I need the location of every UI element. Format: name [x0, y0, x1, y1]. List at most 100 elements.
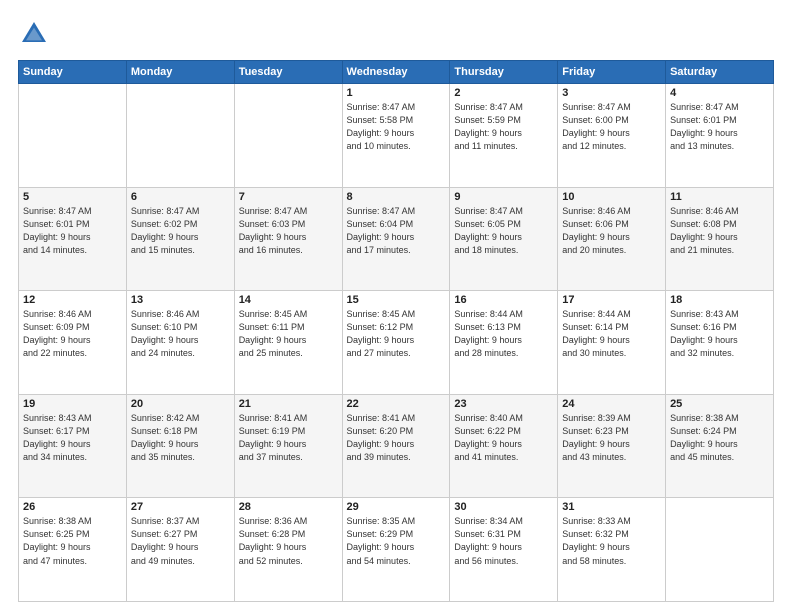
- day-number: 28: [239, 501, 338, 513]
- day-info: Sunrise: 8:47 AM Sunset: 6:04 PM Dayligh…: [347, 205, 446, 257]
- day-cell: 31 Sunrise: 8:33 AM Sunset: 6:32 PM Dayli…: [558, 498, 666, 602]
- day-cell: 14 Sunrise: 8:45 AM Sunset: 6:11 PM Dayli…: [234, 291, 342, 395]
- day-cell: 27 Sunrise: 8:37 AM Sunset: 6:27 PM Dayli…: [126, 498, 234, 602]
- day-cell: 21 Sunrise: 8:41 AM Sunset: 6:19 PM Dayli…: [234, 394, 342, 498]
- day-number: 9: [454, 191, 553, 203]
- day-number: 27: [131, 501, 230, 513]
- day-info: Sunrise: 8:41 AM Sunset: 6:20 PM Dayligh…: [347, 412, 446, 464]
- day-cell: 7 Sunrise: 8:47 AM Sunset: 6:03 PM Daylig…: [234, 187, 342, 291]
- day-info: Sunrise: 8:46 AM Sunset: 6:10 PM Dayligh…: [131, 308, 230, 360]
- day-number: 18: [670, 294, 769, 306]
- day-info: Sunrise: 8:39 AM Sunset: 6:23 PM Dayligh…: [562, 412, 661, 464]
- day-cell: 11 Sunrise: 8:46 AM Sunset: 6:08 PM Dayli…: [666, 187, 774, 291]
- day-number: 5: [23, 191, 122, 203]
- day-cell: [234, 84, 342, 188]
- day-info: Sunrise: 8:33 AM Sunset: 6:32 PM Dayligh…: [562, 515, 661, 567]
- day-info: Sunrise: 8:34 AM Sunset: 6:31 PM Dayligh…: [454, 515, 553, 567]
- day-info: Sunrise: 8:47 AM Sunset: 6:02 PM Dayligh…: [131, 205, 230, 257]
- day-number: 26: [23, 501, 122, 513]
- day-cell: 20 Sunrise: 8:42 AM Sunset: 6:18 PM Dayli…: [126, 394, 234, 498]
- day-cell: 16Sunrise: 8:44 AM Sunset: 6:13 PM Dayli…: [450, 291, 558, 395]
- day-number: 10: [562, 191, 661, 203]
- day-cell: 8 Sunrise: 8:47 AM Sunset: 6:04 PM Daylig…: [342, 187, 450, 291]
- day-info: Sunrise: 8:37 AM Sunset: 6:27 PM Dayligh…: [131, 515, 230, 567]
- day-cell: 30 Sunrise: 8:34 AM Sunset: 6:31 PM Dayli…: [450, 498, 558, 602]
- day-cell: [126, 84, 234, 188]
- day-number: 24: [562, 398, 661, 410]
- weekday-thursday: Thursday: [450, 61, 558, 84]
- day-number: 23: [454, 398, 553, 410]
- day-info: Sunrise: 8:38 AM Sunset: 6:25 PM Dayligh…: [23, 515, 122, 567]
- logo: [18, 18, 54, 50]
- day-number: 20: [131, 398, 230, 410]
- day-cell: 10 Sunrise: 8:46 AM Sunset: 6:06 PM Dayli…: [558, 187, 666, 291]
- week-row-2: 5Sunrise: 8:47 AM Sunset: 6:01 PM Daylig…: [19, 187, 774, 291]
- day-number: 19: [23, 398, 122, 410]
- day-info: Sunrise: 8:46 AM Sunset: 6:06 PM Dayligh…: [562, 205, 661, 257]
- day-info: Sunrise: 8:47 AM Sunset: 6:05 PM Dayligh…: [454, 205, 553, 257]
- day-info: Sunrise: 8:36 AM Sunset: 6:28 PM Dayligh…: [239, 515, 338, 567]
- day-number: 14: [239, 294, 338, 306]
- day-info: Sunrise: 8:38 AM Sunset: 6:24 PM Dayligh…: [670, 412, 769, 464]
- week-row-4: 19 Sunrise: 8:43 AM Sunset: 6:17 PM Dayli…: [19, 394, 774, 498]
- day-cell: 5Sunrise: 8:47 AM Sunset: 6:01 PM Daylig…: [19, 187, 127, 291]
- weekday-tuesday: Tuesday: [234, 61, 342, 84]
- day-cell: 1Sunrise: 8:47 AM Sunset: 5:58 PM Daylig…: [342, 84, 450, 188]
- day-number: 30: [454, 501, 553, 513]
- day-number: 4: [670, 87, 769, 99]
- day-info: Sunrise: 8:47 AM Sunset: 6:03 PM Dayligh…: [239, 205, 338, 257]
- day-cell: 4Sunrise: 8:47 AM Sunset: 6:01 PM Daylig…: [666, 84, 774, 188]
- day-cell: [19, 84, 127, 188]
- day-cell: 18 Sunrise: 8:43 AM Sunset: 6:16 PM Dayli…: [666, 291, 774, 395]
- weekday-saturday: Saturday: [666, 61, 774, 84]
- day-info: Sunrise: 8:44 AM Sunset: 6:14 PM Dayligh…: [562, 308, 661, 360]
- day-cell: 23 Sunrise: 8:40 AM Sunset: 6:22 PM Dayli…: [450, 394, 558, 498]
- day-number: 11: [670, 191, 769, 203]
- day-cell: 28 Sunrise: 8:36 AM Sunset: 6:28 PM Dayli…: [234, 498, 342, 602]
- day-cell: 17 Sunrise: 8:44 AM Sunset: 6:14 PM Dayli…: [558, 291, 666, 395]
- logo-icon: [18, 18, 50, 50]
- day-number: 31: [562, 501, 661, 513]
- day-info: Sunrise: 8:47 AM Sunset: 5:59 PM Dayligh…: [454, 101, 553, 153]
- day-number: 22: [347, 398, 446, 410]
- day-number: 17: [562, 294, 661, 306]
- day-number: 1: [347, 87, 446, 99]
- day-cell: 15Sunrise: 8:45 AM Sunset: 6:12 PM Dayli…: [342, 291, 450, 395]
- day-cell: 29Sunrise: 8:35 AM Sunset: 6:29 PM Dayli…: [342, 498, 450, 602]
- header: [18, 18, 774, 50]
- day-info: Sunrise: 8:46 AM Sunset: 6:08 PM Dayligh…: [670, 205, 769, 257]
- day-cell: 26 Sunrise: 8:38 AM Sunset: 6:25 PM Dayli…: [19, 498, 127, 602]
- weekday-wednesday: Wednesday: [342, 61, 450, 84]
- day-number: 3: [562, 87, 661, 99]
- day-info: Sunrise: 8:47 AM Sunset: 6:00 PM Dayligh…: [562, 101, 661, 153]
- day-number: 8: [347, 191, 446, 203]
- day-info: Sunrise: 8:40 AM Sunset: 6:22 PM Dayligh…: [454, 412, 553, 464]
- weekday-friday: Friday: [558, 61, 666, 84]
- day-info: Sunrise: 8:46 AM Sunset: 6:09 PM Dayligh…: [23, 308, 122, 360]
- day-cell: 6 Sunrise: 8:47 AM Sunset: 6:02 PM Daylig…: [126, 187, 234, 291]
- week-row-1: 1Sunrise: 8:47 AM Sunset: 5:58 PM Daylig…: [19, 84, 774, 188]
- day-info: Sunrise: 8:44 AM Sunset: 6:13 PM Dayligh…: [454, 308, 553, 360]
- day-info: Sunrise: 8:42 AM Sunset: 6:18 PM Dayligh…: [131, 412, 230, 464]
- day-info: Sunrise: 8:41 AM Sunset: 6:19 PM Dayligh…: [239, 412, 338, 464]
- week-row-3: 12 Sunrise: 8:46 AM Sunset: 6:09 PM Dayli…: [19, 291, 774, 395]
- day-cell: 2 Sunrise: 8:47 AM Sunset: 5:59 PM Daylig…: [450, 84, 558, 188]
- day-cell: 9 Sunrise: 8:47 AM Sunset: 6:05 PM Daylig…: [450, 187, 558, 291]
- day-info: Sunrise: 8:43 AM Sunset: 6:16 PM Dayligh…: [670, 308, 769, 360]
- day-number: 7: [239, 191, 338, 203]
- weekday-header-row: SundayMondayTuesdayWednesdayThursdayFrid…: [19, 61, 774, 84]
- day-cell: 13Sunrise: 8:46 AM Sunset: 6:10 PM Dayli…: [126, 291, 234, 395]
- day-number: 25: [670, 398, 769, 410]
- day-number: 29: [347, 501, 446, 513]
- day-number: 21: [239, 398, 338, 410]
- day-cell: 19 Sunrise: 8:43 AM Sunset: 6:17 PM Dayli…: [19, 394, 127, 498]
- day-info: Sunrise: 8:45 AM Sunset: 6:11 PM Dayligh…: [239, 308, 338, 360]
- day-cell: 3 Sunrise: 8:47 AM Sunset: 6:00 PM Daylig…: [558, 84, 666, 188]
- day-info: Sunrise: 8:45 AM Sunset: 6:12 PM Dayligh…: [347, 308, 446, 360]
- day-number: 2: [454, 87, 553, 99]
- day-number: 12: [23, 294, 122, 306]
- calendar: SundayMondayTuesdayWednesdayThursdayFrid…: [18, 60, 774, 602]
- day-info: Sunrise: 8:43 AM Sunset: 6:17 PM Dayligh…: [23, 412, 122, 464]
- week-row-5: 26 Sunrise: 8:38 AM Sunset: 6:25 PM Dayli…: [19, 498, 774, 602]
- day-number: 6: [131, 191, 230, 203]
